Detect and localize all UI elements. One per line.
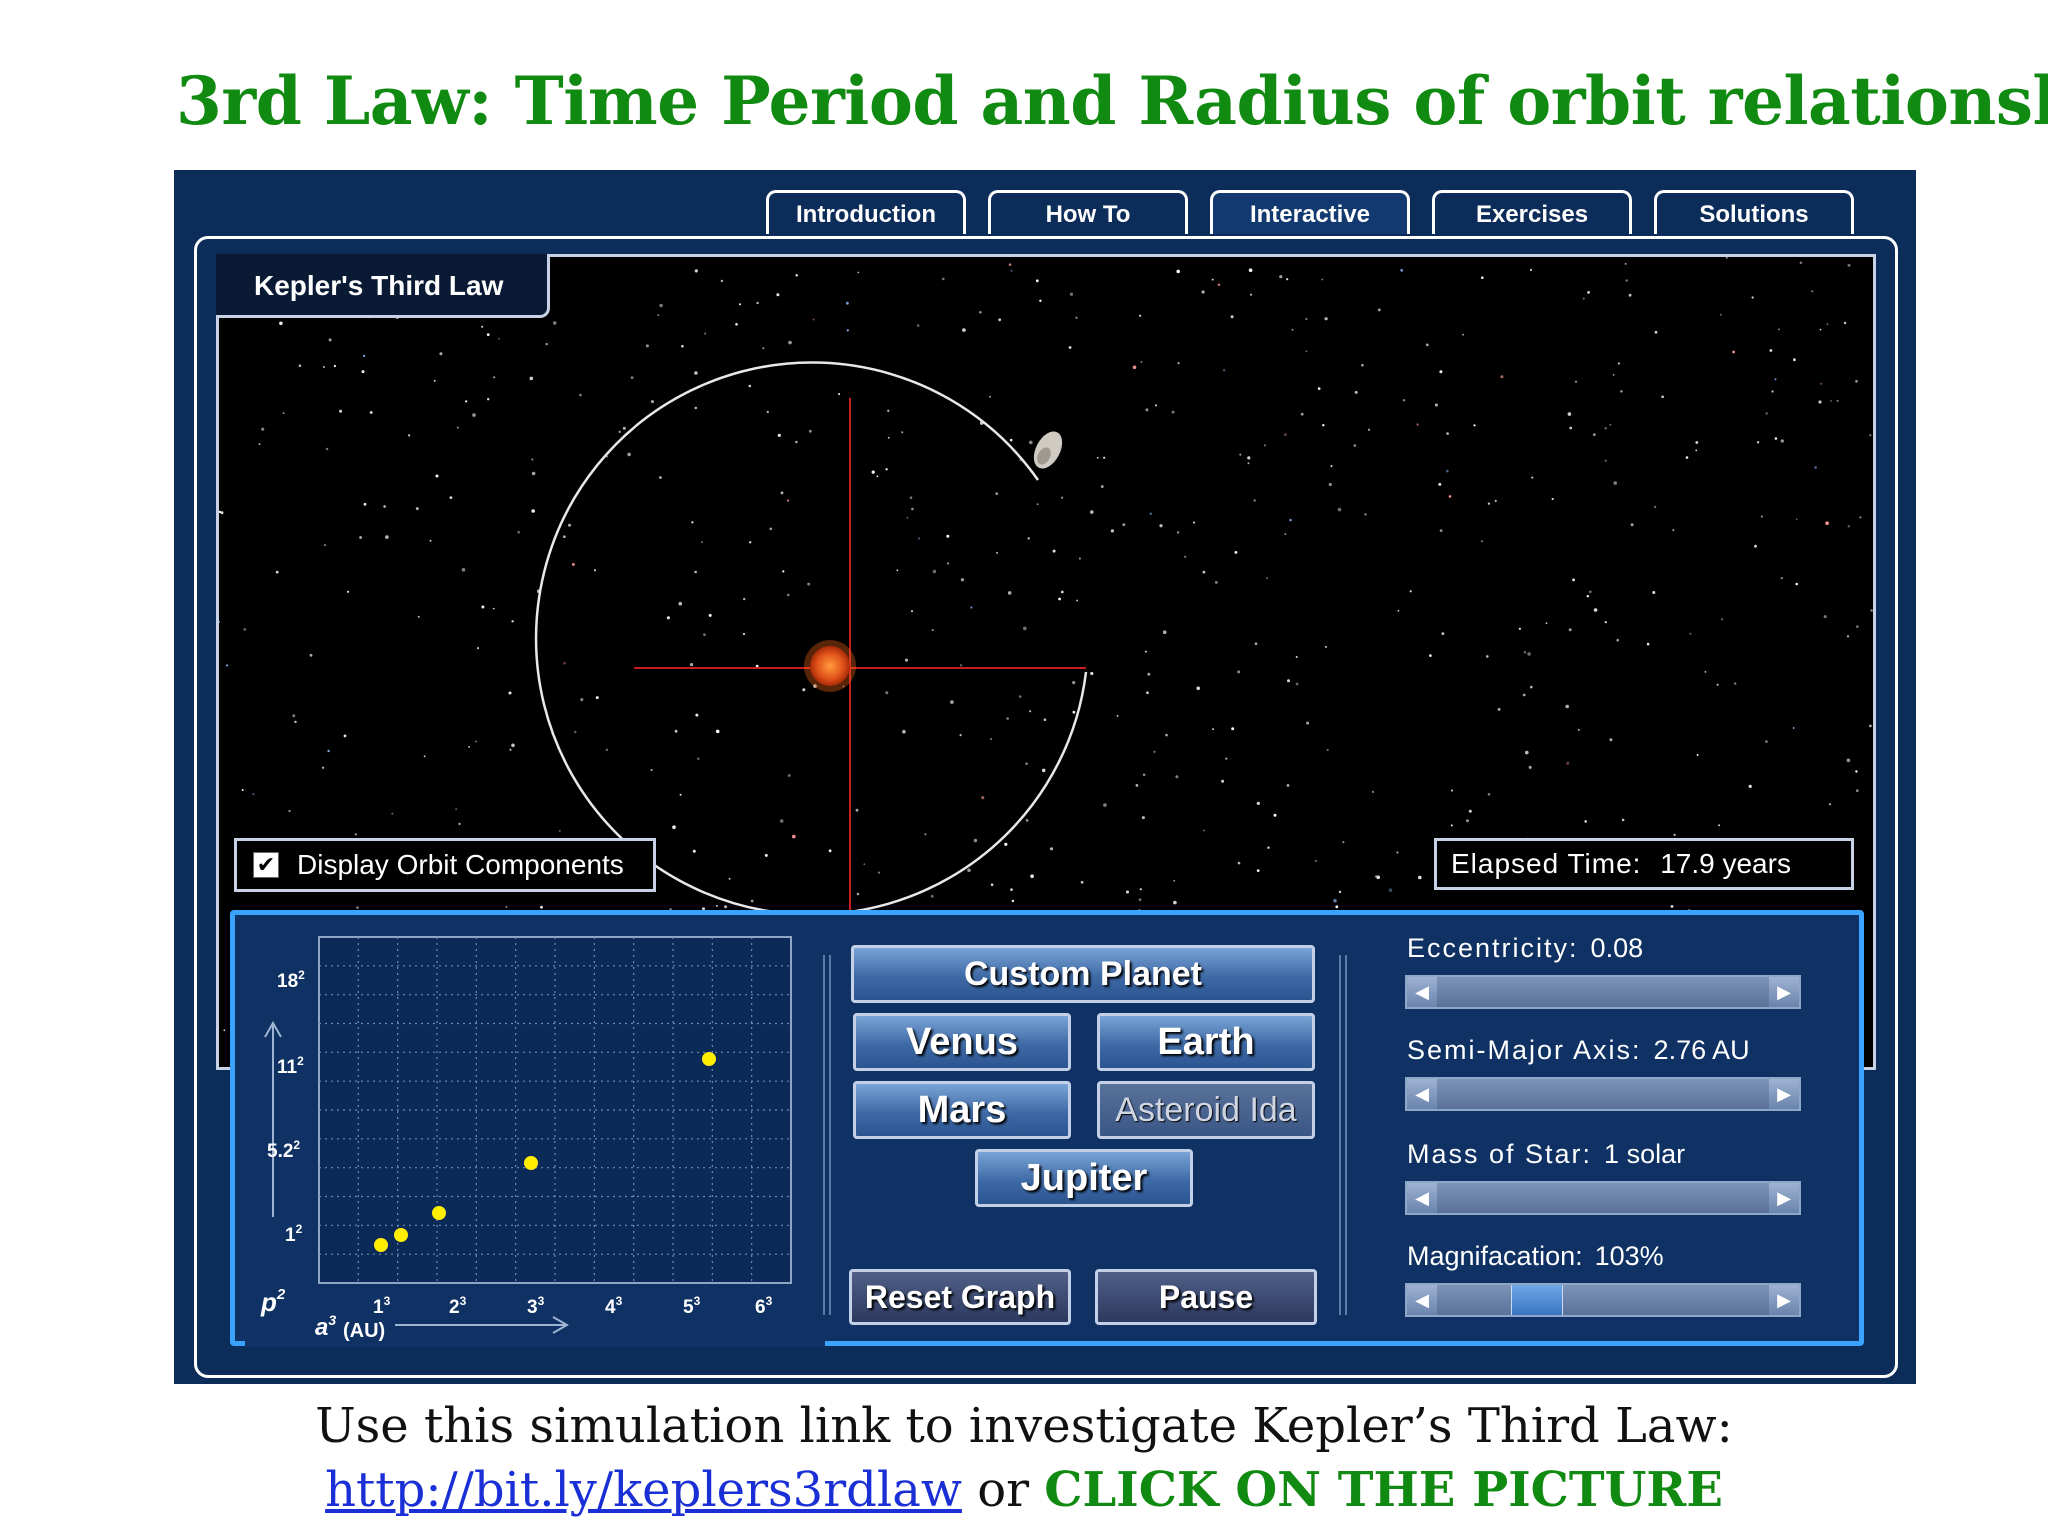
semi-major-axis-value: 2.76 AU bbox=[1653, 1035, 1750, 1065]
divider-right-2 bbox=[1345, 955, 1347, 1315]
eccentricity-slider[interactable]: ◀ ▶ bbox=[1405, 975, 1801, 1009]
display-orbit-components-label: Display Orbit Components bbox=[297, 849, 624, 880]
mass-of-star-slider[interactable]: ◀ ▶ bbox=[1405, 1181, 1801, 1215]
arrow-right-icon[interactable]: ▶ bbox=[1769, 977, 1799, 1007]
arrow-left-icon[interactable]: ◀ bbox=[1407, 977, 1437, 1007]
graph-point-asteroid bbox=[524, 1156, 538, 1170]
arrow-left-icon[interactable]: ◀ bbox=[1407, 1079, 1437, 1109]
mass-of-star-label: Mass of Star: 1 solar bbox=[1407, 1139, 1686, 1169]
graph-point-earth bbox=[394, 1228, 408, 1242]
eccentricity-label: Eccentricity: 0.08 bbox=[1407, 933, 1644, 963]
slide-title: 3rd Law: Time Period and Radius of orbit… bbox=[176, 62, 2048, 140]
divider-left-2 bbox=[829, 955, 831, 1315]
asteroid-ida-button[interactable]: Asteroid Ida bbox=[1097, 1081, 1315, 1139]
arrow-left-icon[interactable]: ◀ bbox=[1407, 1183, 1437, 1213]
sun-icon bbox=[810, 646, 850, 686]
magnification-label: Magnifacation: 103% bbox=[1407, 1241, 1664, 1271]
arrow-right-icon[interactable]: ▶ bbox=[1769, 1079, 1799, 1109]
mass-of-star-value: 1 solar bbox=[1604, 1139, 1686, 1169]
display-orbit-components-toggle[interactable]: ✔ Display Orbit Components bbox=[234, 838, 656, 892]
semi-major-axis-label: Semi-Major Axis: 2.76 AU bbox=[1407, 1035, 1750, 1065]
caption-or: or bbox=[977, 1462, 1030, 1518]
magnification-slider[interactable]: ◀ ▶ bbox=[1405, 1283, 1801, 1317]
caption-line-1: Use this simulation link to investigate … bbox=[315, 1398, 1733, 1454]
simulation-link[interactable]: http://bit.ly/keplers3rdlaw bbox=[325, 1462, 962, 1518]
tab-solutions[interactable]: Solutions bbox=[1654, 190, 1854, 234]
elapsed-time-label: Elapsed Time: bbox=[1451, 848, 1642, 879]
jupiter-button[interactable]: Jupiter bbox=[975, 1149, 1193, 1207]
arrow-right-icon[interactable]: ▶ bbox=[1769, 1183, 1799, 1213]
elapsed-time-readout: Elapsed Time: 17.9 years bbox=[1434, 838, 1854, 890]
arrow-right-icon[interactable]: ▶ bbox=[1769, 1285, 1799, 1315]
eccentricity-value: 0.08 bbox=[1590, 933, 1644, 963]
magnification-value: 103% bbox=[1594, 1241, 1664, 1271]
graph-point-venus bbox=[374, 1238, 388, 1252]
control-panel: 182 112 5.22 12 13 23 33 43 53 63 p2 a3 … bbox=[230, 910, 1864, 1347]
tab-how-to[interactable]: How To bbox=[988, 190, 1188, 234]
panel-title: Kepler's Third Law bbox=[216, 254, 550, 318]
checkmark-icon[interactable]: ✔ bbox=[253, 852, 279, 878]
kepler-graph: 182 112 5.22 12 13 23 33 43 53 63 p2 a3 … bbox=[245, 927, 825, 1347]
magnification-slider-thumb[interactable] bbox=[1511, 1285, 1563, 1315]
mars-button[interactable]: Mars bbox=[853, 1081, 1071, 1139]
graph-point-mars bbox=[432, 1206, 446, 1220]
divider-right bbox=[1339, 955, 1341, 1315]
tab-introduction[interactable]: Introduction bbox=[766, 190, 966, 234]
pause-button[interactable]: Pause bbox=[1095, 1269, 1317, 1325]
kepler-simulation[interactable]: Introduction How To Interactive Exercise… bbox=[174, 170, 1916, 1384]
divider-left bbox=[823, 955, 825, 1315]
graph-point-jupiter bbox=[702, 1052, 716, 1066]
tab-interactive[interactable]: Interactive bbox=[1210, 190, 1410, 234]
asteroid-icon bbox=[1033, 431, 1063, 469]
tab-exercises[interactable]: Exercises bbox=[1432, 190, 1632, 234]
x-axis-unit: (AU) bbox=[343, 1320, 385, 1342]
custom-planet-button[interactable]: Custom Planet bbox=[851, 945, 1315, 1003]
orbit-path bbox=[534, 361, 1088, 916]
elapsed-time-value: 17.9 years bbox=[1660, 848, 1791, 879]
earth-button[interactable]: Earth bbox=[1097, 1013, 1315, 1071]
reset-graph-button[interactable]: Reset Graph bbox=[849, 1269, 1071, 1325]
arrow-left-icon[interactable]: ◀ bbox=[1407, 1285, 1437, 1315]
semi-major-axis-slider[interactable]: ◀ ▶ bbox=[1405, 1077, 1801, 1111]
click-picture-cta: CLICK ON THE PICTURE bbox=[1044, 1462, 1723, 1518]
caption-line-2: http://bit.ly/keplers3rdlaw or CLICK ON … bbox=[0, 1462, 2048, 1518]
venus-button[interactable]: Venus bbox=[853, 1013, 1071, 1071]
